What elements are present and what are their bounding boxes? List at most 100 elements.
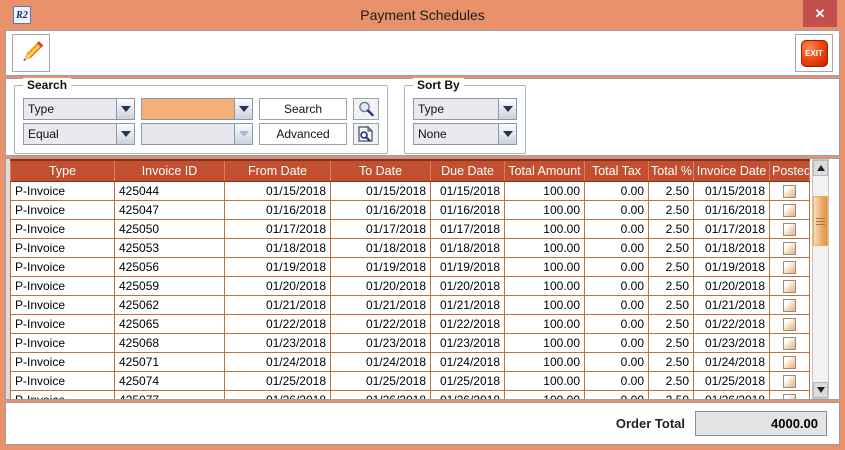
cell-from-date[interactable]: 01/19/2018 xyxy=(225,257,331,276)
cell-to-date[interactable]: 01/19/2018 xyxy=(331,257,431,276)
cell-from-date[interactable]: 01/20/2018 xyxy=(225,276,331,295)
cell-total-pct[interactable]: 2.50 xyxy=(649,352,694,371)
column-header-posted[interactable]: Posted xyxy=(770,160,810,181)
cell-to-date[interactable]: 01/26/2018 xyxy=(331,390,431,399)
column-header-invoice-id[interactable]: Invoice ID xyxy=(115,160,225,181)
cell-to-date[interactable]: 01/16/2018 xyxy=(331,200,431,219)
cell-invoice-id[interactable]: 425077 xyxy=(115,390,225,399)
cell-invoice-id[interactable]: 425053 xyxy=(115,238,225,257)
table-row[interactable]: P-Invoice42507401/25/201801/25/201801/25… xyxy=(11,371,810,390)
cell-total-tax[interactable]: 0.00 xyxy=(585,276,649,295)
cell-posted[interactable] xyxy=(770,352,810,371)
cell-type[interactable]: P-Invoice xyxy=(11,333,115,352)
cell-posted[interactable] xyxy=(770,200,810,219)
cell-posted[interactable] xyxy=(770,181,810,200)
cell-total-pct[interactable]: 2.50 xyxy=(649,295,694,314)
column-header-total-[interactable]: Total % xyxy=(649,160,694,181)
cell-total-amount[interactable]: 100.00 xyxy=(505,352,585,371)
search-value-combobox[interactable] xyxy=(141,98,253,120)
posted-checkbox[interactable] xyxy=(783,318,796,331)
cell-to-date[interactable]: 01/18/2018 xyxy=(331,238,431,257)
cell-type[interactable]: P-Invoice xyxy=(11,352,115,371)
column-header-total-amount[interactable]: Total Amount xyxy=(505,160,585,181)
cell-invoice-date[interactable]: 01/21/2018 xyxy=(694,295,770,314)
posted-checkbox[interactable] xyxy=(783,375,796,388)
vertical-scrollbar[interactable] xyxy=(812,159,829,399)
cell-invoice-id[interactable]: 425062 xyxy=(115,295,225,314)
column-header-total-tax[interactable]: Total Tax xyxy=(585,160,649,181)
cell-due-date[interactable]: 01/24/2018 xyxy=(431,352,505,371)
table-row[interactable]: P-Invoice42506801/23/201801/23/201801/23… xyxy=(11,333,810,352)
cell-invoice-id[interactable]: 425059 xyxy=(115,276,225,295)
cell-total-amount[interactable]: 100.00 xyxy=(505,276,585,295)
cell-type[interactable]: P-Invoice xyxy=(11,276,115,295)
advanced-button[interactable]: Advanced xyxy=(259,123,347,145)
cell-from-date[interactable]: 01/26/2018 xyxy=(225,390,331,399)
cell-total-pct[interactable]: 2.50 xyxy=(649,219,694,238)
cell-posted[interactable] xyxy=(770,371,810,390)
posted-checkbox[interactable] xyxy=(783,223,796,236)
search-operator-combobox[interactable]: Equal xyxy=(23,123,135,145)
column-header-due-date[interactable]: Due Date xyxy=(431,160,505,181)
scrollbar-thumb[interactable] xyxy=(813,196,828,246)
table-row[interactable]: P-Invoice42507701/26/201801/26/201801/26… xyxy=(11,390,810,399)
cell-total-tax[interactable]: 0.00 xyxy=(585,333,649,352)
cell-to-date[interactable]: 01/22/2018 xyxy=(331,314,431,333)
table-row[interactable]: P-Invoice42505901/20/201801/20/201801/20… xyxy=(11,276,810,295)
scroll-down-button[interactable] xyxy=(813,382,828,398)
cell-total-pct[interactable]: 2.50 xyxy=(649,238,694,257)
cell-total-amount[interactable]: 100.00 xyxy=(505,257,585,276)
cell-to-date[interactable]: 01/24/2018 xyxy=(331,352,431,371)
chevron-down-icon[interactable] xyxy=(116,124,134,144)
cell-total-amount[interactable]: 100.00 xyxy=(505,371,585,390)
cell-invoice-date[interactable]: 01/15/2018 xyxy=(694,181,770,200)
cell-to-date[interactable]: 01/17/2018 xyxy=(331,219,431,238)
cell-total-pct[interactable]: 2.50 xyxy=(649,181,694,200)
cell-type[interactable]: P-Invoice xyxy=(11,238,115,257)
advanced-search-icon-button[interactable] xyxy=(353,123,379,145)
cell-type[interactable]: P-Invoice xyxy=(11,257,115,276)
search-value-input[interactable] xyxy=(142,99,234,119)
cell-invoice-id[interactable]: 425071 xyxy=(115,352,225,371)
cell-type[interactable]: P-Invoice xyxy=(11,181,115,200)
posted-checkbox[interactable] xyxy=(783,204,796,217)
cell-from-date[interactable]: 01/24/2018 xyxy=(225,352,331,371)
table-row[interactable]: P-Invoice42505301/18/201801/18/201801/18… xyxy=(11,238,810,257)
posted-checkbox[interactable] xyxy=(783,337,796,350)
cell-total-tax[interactable]: 0.00 xyxy=(585,352,649,371)
cell-total-tax[interactable]: 0.00 xyxy=(585,238,649,257)
table-row[interactable]: P-Invoice42505001/17/201801/17/201801/17… xyxy=(11,219,810,238)
cell-type[interactable]: P-Invoice xyxy=(11,200,115,219)
cell-to-date[interactable]: 01/20/2018 xyxy=(331,276,431,295)
edit-button[interactable] xyxy=(12,34,50,72)
cell-total-tax[interactable]: 0.00 xyxy=(585,219,649,238)
sortby-primary-combobox[interactable]: Type xyxy=(413,98,517,120)
cell-to-date[interactable]: 01/25/2018 xyxy=(331,371,431,390)
cell-from-date[interactable]: 01/17/2018 xyxy=(225,219,331,238)
cell-total-pct[interactable]: 2.50 xyxy=(649,390,694,399)
cell-posted[interactable] xyxy=(770,238,810,257)
cell-total-pct[interactable]: 2.50 xyxy=(649,276,694,295)
column-header-type[interactable]: Type xyxy=(11,160,115,181)
cell-due-date[interactable]: 01/20/2018 xyxy=(431,276,505,295)
cell-due-date[interactable]: 01/22/2018 xyxy=(431,314,505,333)
cell-type[interactable]: P-Invoice xyxy=(11,314,115,333)
cell-posted[interactable] xyxy=(770,314,810,333)
cell-total-pct[interactable]: 2.50 xyxy=(649,333,694,352)
posted-checkbox[interactable] xyxy=(783,242,796,255)
cell-invoice-id[interactable]: 425050 xyxy=(115,219,225,238)
cell-due-date[interactable]: 01/18/2018 xyxy=(431,238,505,257)
search-button[interactable]: Search xyxy=(259,98,347,120)
cell-invoice-id[interactable]: 425056 xyxy=(115,257,225,276)
search-field-combobox[interactable]: Type xyxy=(23,98,135,120)
cell-posted[interactable] xyxy=(770,219,810,238)
table-row[interactable]: P-Invoice42506201/21/201801/21/201801/21… xyxy=(11,295,810,314)
cell-due-date[interactable]: 01/26/2018 xyxy=(431,390,505,399)
cell-invoice-date[interactable]: 01/22/2018 xyxy=(694,314,770,333)
cell-total-tax[interactable]: 0.00 xyxy=(585,181,649,200)
cell-to-date[interactable]: 01/23/2018 xyxy=(331,333,431,352)
cell-total-tax[interactable]: 0.00 xyxy=(585,390,649,399)
cell-total-pct[interactable]: 2.50 xyxy=(649,314,694,333)
table-row[interactable]: P-Invoice42504401/15/201801/15/201801/15… xyxy=(11,181,810,200)
cell-posted[interactable] xyxy=(770,257,810,276)
